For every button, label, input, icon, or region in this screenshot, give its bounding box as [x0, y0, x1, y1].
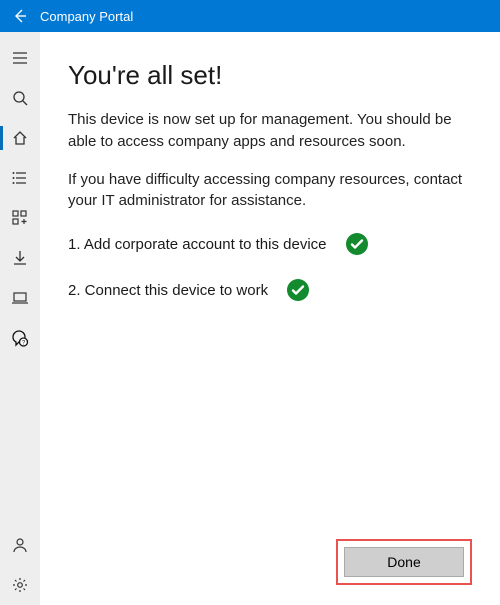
arrow-left-icon: [12, 8, 28, 24]
setup-complete-message: This device is now set up for management…: [68, 109, 472, 153]
page-heading: You're all set!: [68, 60, 472, 91]
device-icon: [12, 290, 28, 306]
nav-home[interactable]: [0, 118, 40, 158]
setup-steps: 1. Add corporate account to this device …: [68, 232, 472, 324]
nav-devices[interactable]: [0, 278, 40, 318]
checkmark-icon: [345, 232, 369, 256]
checkmark-icon: [286, 278, 310, 302]
nav-user[interactable]: [0, 525, 40, 565]
nav-settings[interactable]: [0, 565, 40, 605]
done-button[interactable]: Done: [344, 547, 464, 577]
apps-icon: [12, 210, 28, 226]
support-instructions: If you have difficulty accessing company…: [68, 169, 472, 213]
nav-apps[interactable]: [0, 198, 40, 238]
nav-downloads[interactable]: [0, 238, 40, 278]
user-icon: [12, 537, 28, 553]
nav-list[interactable]: [0, 158, 40, 198]
titlebar: Company Portal: [0, 0, 500, 32]
nav-menu[interactable]: [0, 38, 40, 78]
step-item: 2. Connect this device to work: [68, 278, 472, 302]
sidebar: ?: [0, 32, 40, 605]
nav-support[interactable]: ?: [0, 318, 40, 358]
step-label: 2. Connect this device to work: [68, 282, 268, 299]
support-icon: ?: [12, 330, 29, 347]
settings-icon: [12, 577, 28, 593]
nav-search[interactable]: [0, 78, 40, 118]
menu-icon: [12, 50, 28, 66]
footer: Done: [68, 539, 472, 585]
main-content: You're all set! This device is now set u…: [40, 32, 500, 605]
download-icon: [12, 250, 28, 266]
list-icon: [12, 170, 28, 186]
app-shell: ? You're all set! This device is now set…: [0, 32, 500, 605]
step-item: 1. Add corporate account to this device: [68, 232, 472, 256]
back-button[interactable]: [6, 0, 34, 32]
done-highlight: Done: [336, 539, 472, 585]
search-icon: [12, 90, 28, 106]
step-label: 1. Add corporate account to this device: [68, 236, 327, 253]
app-title: Company Portal: [40, 9, 133, 24]
home-icon: [12, 130, 28, 146]
